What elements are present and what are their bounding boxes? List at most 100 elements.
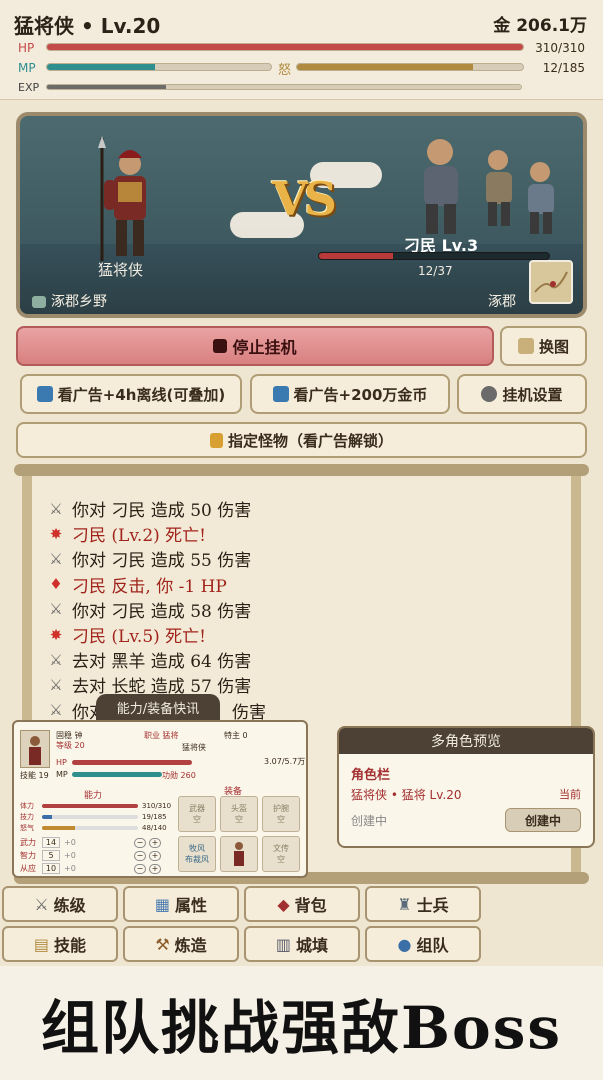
- enemy-hp-bar: [318, 252, 550, 260]
- equipment-slot[interactable]: 头盔 空: [220, 796, 258, 832]
- idle-settings-button[interactable]: 挂机设置: [457, 374, 587, 414]
- tv-icon: [272, 386, 289, 402]
- log-text: 去对 黑羊 造成 64 伤害: [72, 652, 252, 673]
- nav-team-button[interactable]: ● 组队: [365, 926, 481, 962]
- nav-city-button[interactable]: ▥ 城填: [244, 926, 360, 962]
- idle-settings-label: 挂机设置: [502, 385, 563, 404]
- swords-icon: ⚔: [49, 499, 63, 518]
- equipment-slot[interactable]: 护腕 空: [262, 796, 300, 832]
- skill-label: 技能 19: [20, 771, 49, 780]
- nav-hammer-button[interactable]: ⚒ 炼造: [123, 926, 239, 962]
- ad-offline-label: 看广告+4h离线(可叠加): [57, 385, 226, 404]
- current-character[interactable]: 猛将侠 • 猛将 Lv.20: [351, 786, 461, 803]
- nav-chart-button[interactable]: ▦ 属性: [123, 886, 239, 922]
- burst-icon: ✸: [49, 625, 63, 644]
- stop-idle-button[interactable]: 停止挂机: [16, 326, 494, 366]
- nav-bag-button[interactable]: ◆ 背包: [244, 886, 360, 922]
- log-text: 你对 刁民 造成 55 伤害: [72, 551, 252, 572]
- attr-plus-button[interactable]: +: [149, 863, 161, 874]
- nav-label: 士兵: [416, 896, 449, 915]
- city-icon: ▥: [275, 934, 292, 954]
- equipment-slot[interactable]: 文传 空: [262, 836, 300, 872]
- lock-icon: [209, 432, 223, 448]
- target-monster-button[interactable]: 指定怪物（看广告解锁）: [16, 422, 587, 458]
- equipment-slot[interactable]: 武器 空: [178, 796, 216, 832]
- mp-value: 12/185: [542, 61, 585, 75]
- swords-icon: ⚔: [49, 549, 63, 568]
- target-monster-label: 指定怪物（看广告解锁）: [227, 431, 393, 450]
- swords-icon: ⚔: [49, 675, 63, 694]
- log-line: ✸ 刁民 (Lv.2) 死亡!: [46, 521, 266, 547]
- roster-heading: 角色栏: [351, 768, 391, 783]
- versus-emblem: VS: [272, 172, 337, 226]
- attr-label: 从应: [20, 864, 36, 873]
- hammer-icon: ⚒: [155, 934, 170, 954]
- stat-label: 体力: [20, 801, 34, 810]
- attr-minus-button[interactable]: −: [134, 837, 146, 848]
- ability-equipment-panel[interactable]: 固稳 钟 职业 猛将 特主 0 等级 20 猛将侠 HP 3.07/5.7万 技…: [12, 720, 308, 878]
- change-map-button[interactable]: 换图: [500, 326, 587, 366]
- attr-value: 14: [42, 837, 60, 848]
- log-line: ⚔ 去对 黑羊 造成 64 伤害: [46, 647, 266, 673]
- minimap-terrain-icon: [534, 271, 568, 293]
- attr-plus-button[interactable]: +: [149, 850, 161, 861]
- ad-gold-button[interactable]: 看广告+200万金币: [250, 374, 450, 414]
- attr-minus-button[interactable]: −: [134, 850, 146, 861]
- log-text-tail: 伤害: [232, 702, 266, 723]
- log-text: 刁民 反击, 你 -1 HP: [72, 576, 227, 597]
- helmet-icon: ♜: [397, 894, 412, 914]
- stat-value: 310/310: [142, 801, 172, 810]
- stat-bar: [42, 814, 138, 819]
- gold-small: 3.07/5.7万: [264, 757, 306, 766]
- create-character-button[interactable]: 创建中: [505, 808, 581, 832]
- enemy-hp-value: 12/37: [418, 264, 453, 278]
- promo-banner-text: 组队挑战强敌Boss: [40, 994, 562, 1062]
- scroll-map-icon: [517, 338, 534, 354]
- pause-icon: [213, 339, 228, 353]
- merit-label: 功勋 260: [162, 771, 196, 780]
- attribute-row: 从应 10 +0 − +: [20, 862, 180, 875]
- hp-bar: [46, 43, 524, 51]
- stat-bar: [42, 803, 138, 808]
- creating-status: 创建中: [351, 814, 388, 828]
- attribute-row: 武力 14 +0 − +: [20, 836, 180, 849]
- ad-offline-button[interactable]: 看广告+4h离线(可叠加): [20, 374, 242, 414]
- blood-drop-icon: ♦: [49, 575, 63, 594]
- attr-plus-button[interactable]: +: [149, 837, 161, 848]
- equipment-slots: 武器 空头盔 空护腕 空牧风 布裁风 文传 空: [178, 796, 306, 872]
- equipment-slot[interactable]: 牧风 布裁风: [178, 836, 216, 872]
- current-tag: 当前: [559, 788, 581, 801]
- log-text: 你对 刁民 造成 50 伤害: [72, 501, 252, 522]
- bag-icon: ◆: [277, 894, 290, 914]
- nav-label: 组队: [416, 936, 449, 955]
- stat-bar: [42, 825, 138, 830]
- stat-bar-fill: [42, 803, 138, 808]
- rage-label: 怒: [278, 63, 292, 78]
- nav-helmet-button[interactable]: ♜ 士兵: [365, 886, 481, 922]
- attr-label: 武力: [20, 838, 36, 847]
- stat-row: 怒气 48/140: [20, 822, 180, 833]
- ability-panel-title: 能力/装备快讯: [96, 694, 220, 720]
- attr-value: 10: [42, 863, 60, 874]
- log-text: 刁民 (Lv.5) 死亡!: [72, 627, 206, 648]
- attr-value: 5: [42, 850, 60, 861]
- team-icon: ●: [397, 934, 412, 954]
- change-map-label: 换图: [538, 337, 569, 356]
- nav-label: 炼造: [174, 936, 207, 955]
- special-label: 特主 0: [224, 731, 248, 740]
- hp-label: HP: [18, 41, 35, 55]
- status-header: 猛将侠 • Lv.20 金 206.1万 HP 310/310 MP 怒 12/…: [0, 0, 603, 100]
- minimap[interactable]: [529, 260, 573, 304]
- nav-scroll-button[interactable]: ▤ 技能: [2, 926, 118, 962]
- stat-row: 技力 19/185: [20, 811, 180, 822]
- attr-minus-button[interactable]: −: [134, 863, 146, 874]
- gold-amount: 金 206.1万: [493, 16, 587, 36]
- rage-bar-fill: [297, 64, 474, 70]
- avatar: [20, 730, 50, 768]
- swords-icon: ⚔: [49, 701, 63, 720]
- nav-swords-button[interactable]: ⚔ 练级: [2, 886, 118, 922]
- log-text: 你对 刁民 造成 58 伤害: [72, 601, 252, 622]
- equipment-slot[interactable]: [220, 836, 258, 872]
- stat-row: 体力 310/310: [20, 800, 180, 811]
- attr-delta: +0: [64, 864, 76, 873]
